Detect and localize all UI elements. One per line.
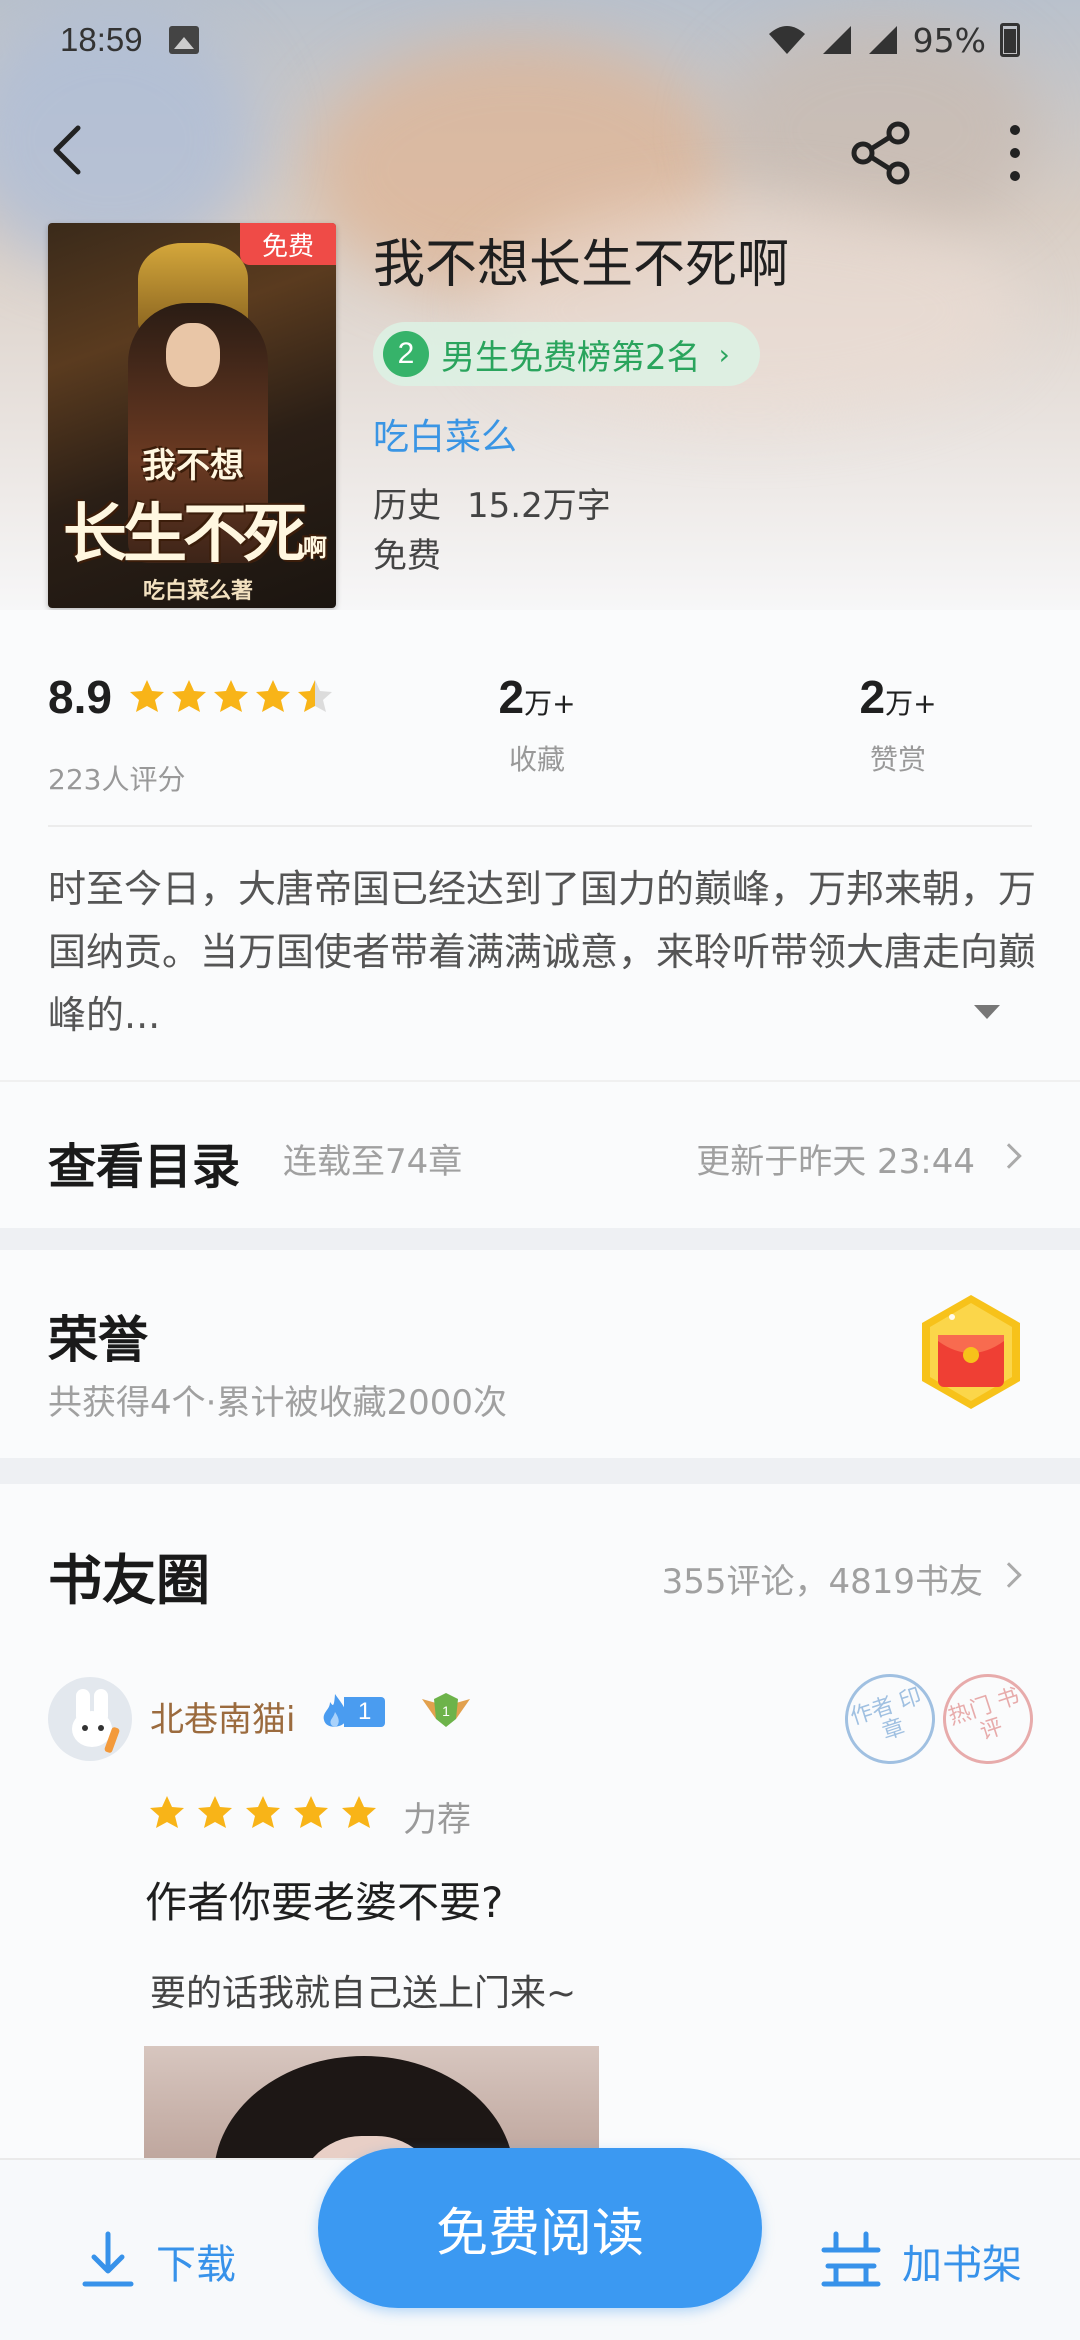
user-level-badge: 1 — [320, 1692, 386, 1732]
cover-title-main: 长生不死 — [63, 497, 307, 572]
star-full-icon — [214, 680, 248, 712]
avatar[interactable] — [48, 1677, 132, 1761]
star-full-icon — [172, 680, 206, 712]
book-title: 我不想长生不死啊 — [373, 235, 790, 295]
bookshelf-add-icon — [821, 2231, 881, 2287]
catalog-progress: 连载至74章 — [283, 1142, 463, 1182]
signal-icon — [822, 26, 851, 54]
review-stars — [148, 1794, 378, 1832]
wing-badge-icon: 1 — [422, 1693, 470, 1727]
cover-author: 吃白菜么著 — [142, 579, 253, 604]
add-to-shelf-button[interactable]: 加书架 — [820, 2230, 1022, 2292]
section-gap — [0, 1228, 1080, 1250]
book-price: 免费 — [373, 536, 441, 576]
star-full-icon — [198, 1796, 232, 1828]
circle-title: 书友圈 — [48, 1548, 210, 1612]
chevron-right-icon — [996, 1143, 1022, 1169]
honor-title: 荣誉 — [48, 1310, 148, 1369]
review-title[interactable]: 作者你要老婆不要? — [145, 1869, 503, 1930]
honor-section[interactable]: 荣誉 共获得4个·累计被收藏2000次 — [0, 1250, 1080, 1458]
favorites-label: 收藏 — [508, 743, 565, 776]
rewards-value: 2 — [859, 671, 886, 723]
favorites-stat: 2万+ 收藏 — [437, 670, 637, 778]
free-tag: 免费 — [240, 223, 336, 265]
rewards-unit: 万+ — [885, 687, 937, 720]
more-options-icon[interactable] — [995, 120, 1035, 186]
review-tag: 力荐 — [403, 1800, 471, 1840]
red-envelope-badge-icon — [922, 1295, 1020, 1409]
favorites-value: 2 — [498, 671, 525, 723]
back-icon[interactable] — [40, 120, 100, 180]
book-circle-section: 书友圈 355评论，4819书友 北巷南猫i 1 1 作者 印章 热门 书评 力… — [0, 1484, 1080, 2186]
cover-art — [166, 323, 220, 387]
chevron-right-icon: › — [718, 337, 730, 371]
star-full-icon — [256, 680, 290, 712]
download-label: 下载 — [156, 2242, 236, 2288]
book-genre: 历史 — [373, 486, 441, 526]
shelf-label: 加书架 — [902, 2242, 1022, 2288]
avatar-art — [98, 1725, 104, 1731]
star-full-icon — [294, 1796, 328, 1828]
star-full-icon — [246, 1796, 280, 1828]
status-bar: 18:59 95% — [0, 0, 1080, 80]
battery-icon — [1000, 23, 1020, 57]
rewards-label: 赞赏 — [869, 743, 926, 776]
cover-title-line1: 我不想 — [142, 446, 244, 486]
star-full-icon — [150, 1796, 184, 1828]
section-gap — [0, 1458, 1080, 1484]
rating-count: 223人评分 — [48, 763, 186, 796]
rewards-stat[interactable]: 2万+ 赞赏 — [798, 670, 998, 778]
catalog-row[interactable]: 查看目录 连载至74章 更新于昨天 23:44 — [0, 1080, 1080, 1228]
expand-arrow-icon[interactable] — [974, 1005, 1000, 1019]
free-read-button[interactable]: 免费阅读 — [318, 2148, 762, 2308]
book-cover[interactable]: 我不想 长生不死啊 吃白菜么著 免费 — [48, 223, 336, 608]
wifi-icon — [768, 26, 805, 54]
download-icon — [82, 2231, 134, 2287]
wing-level: 1 — [442, 1703, 450, 1719]
rating-score: 8.9 — [48, 671, 112, 723]
divider — [48, 825, 1032, 827]
image-notification-icon — [168, 26, 199, 54]
honor-summary: 共获得4个·累计被收藏2000次 — [48, 1383, 507, 1423]
star-half-icon — [298, 680, 332, 712]
favorites-value-row: 2万+ — [437, 670, 637, 724]
hot-review-stamp: 热门 书评 — [931, 1662, 1045, 1776]
book-word-count: 15.2万字 — [467, 486, 611, 526]
rank-text: 男生免费榜第2名 — [441, 337, 701, 378]
book-header: 18:59 95% 我不想 长生不死啊 吃白菜么著 免费 我不想长生不死啊 2 … — [0, 0, 1080, 610]
cover-title-suffix: 啊 — [303, 533, 327, 562]
catalog-updated: 更新于昨天 23:44 — [696, 1142, 975, 1182]
user-level: 1 — [344, 1697, 386, 1727]
avatar-art — [82, 1725, 88, 1731]
signal-icon — [868, 26, 897, 54]
author-link[interactable]: 吃白菜么 — [373, 408, 517, 460]
top-nav — [0, 110, 1080, 190]
author-stamp: 作者 印章 — [833, 1662, 947, 1776]
chevron-right-icon[interactable] — [996, 1562, 1022, 1588]
cover-title-line2: 长生不死啊 — [58, 483, 328, 575]
download-button[interactable]: 下载 — [80, 2230, 236, 2292]
rating-stars — [128, 678, 334, 716]
rank-number: 2 — [383, 331, 429, 377]
review-body[interactable]: 要的话我就自己送上门来~ — [150, 1964, 576, 2016]
book-meta: 历史 15.2万字 — [373, 478, 637, 527]
star-full-icon — [130, 680, 164, 712]
catalog-title: 查看目录 — [48, 1139, 241, 1195]
circle-counts[interactable]: 355评论，4819书友 — [662, 1554, 983, 1603]
cover-title: 我不想 长生不死啊 — [58, 438, 328, 575]
rank-badge[interactable]: 2 男生免费榜第2名 › — [373, 322, 760, 386]
rewards-value-row: 2万+ — [798, 670, 998, 724]
status-time: 18:59 — [60, 21, 143, 58]
battery-percent: 95% — [912, 20, 986, 60]
share-icon[interactable] — [848, 120, 914, 186]
favorites-unit: 万+ — [524, 687, 576, 720]
book-description[interactable]: 时至今日，大唐帝国已经达到了国力的巅峰，万邦来朝，万国纳贡。当万国使者带着满满诚… — [48, 858, 1038, 1047]
review-username[interactable]: 北巷南猫i — [150, 1692, 295, 1741]
star-full-icon — [342, 1796, 376, 1828]
